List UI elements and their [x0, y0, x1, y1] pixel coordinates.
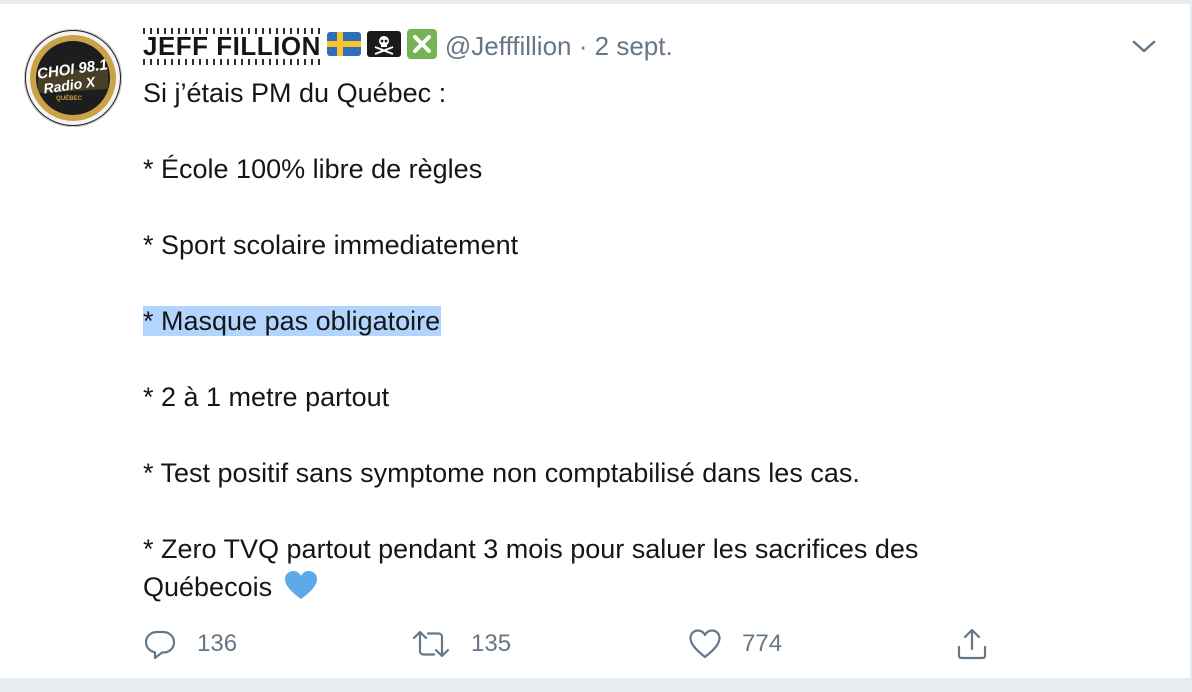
chevron-down-icon: [1132, 40, 1156, 53]
reply-count: 136: [197, 630, 238, 657]
tweet-line-metre: * 2 à 1 metre partout: [143, 382, 390, 412]
tweet-line-masque-selected: * Masque pas obligatoire: [143, 306, 442, 336]
tweet-text: Si j’étais PM du Québec : * École 100% l…: [143, 74, 1143, 606]
tweet-line-intro: Si j’étais PM du Québec :: [143, 78, 447, 108]
tweet-line-sport: * Sport scolaire immediatement: [143, 230, 519, 260]
retweet-count: 135: [471, 630, 512, 657]
page: CHOI 98.1 Radio X QUÉBEC JEFF FILLION @J…: [0, 0, 1192, 692]
tweet-actions: 136 135 774: [143, 624, 1013, 664]
reply-icon: [144, 630, 176, 660]
separator-dot: ·: [578, 30, 588, 61]
blue-heart-icon: [284, 570, 318, 610]
radio-logo-icon: CHOI 98.1 Radio X QUÉBEC: [26, 31, 120, 125]
share-icon: [957, 628, 987, 660]
tweet-header: JEFF FILLION @Jefffillion · 2 sept.: [143, 26, 673, 66]
tweet-line-test: * Test positif sans symptome non comptab…: [143, 458, 860, 488]
avatar-city-text: QUÉBEC: [56, 94, 82, 102]
tweet-menu-button[interactable]: [1128, 34, 1160, 58]
display-name[interactable]: JEFF FILLION: [143, 27, 321, 65]
tweet-line-quebecois: Québecois: [143, 572, 273, 602]
tweet[interactable]: CHOI 98.1 Radio X QUÉBEC JEFF FILLION @J…: [0, 4, 1190, 678]
avatar[interactable]: CHOI 98.1 Radio X QUÉBEC: [24, 29, 122, 127]
tweet-line-tvq: * Zero TVQ partout pendant 3 mois pour s…: [143, 534, 919, 564]
share-button[interactable]: [955, 624, 989, 664]
like-icon: [689, 629, 721, 659]
retweet-button[interactable]: 135: [411, 624, 511, 664]
user-handle[interactable]: @Jefffillion: [445, 31, 572, 61]
reply-button[interactable]: 136: [143, 624, 237, 664]
pirate-flag-icon: [366, 30, 401, 62]
cross-mark-icon: [406, 28, 437, 64]
like-button[interactable]: 774: [688, 624, 782, 664]
tweet-date[interactable]: 2 sept.: [595, 31, 673, 61]
retweet-icon: [412, 630, 450, 658]
like-count: 774: [742, 630, 783, 657]
sweden-flag-icon: [326, 31, 361, 61]
bottom-divider: [0, 678, 1192, 692]
tweet-line-ecole: * École 100% libre de règles: [143, 154, 483, 184]
